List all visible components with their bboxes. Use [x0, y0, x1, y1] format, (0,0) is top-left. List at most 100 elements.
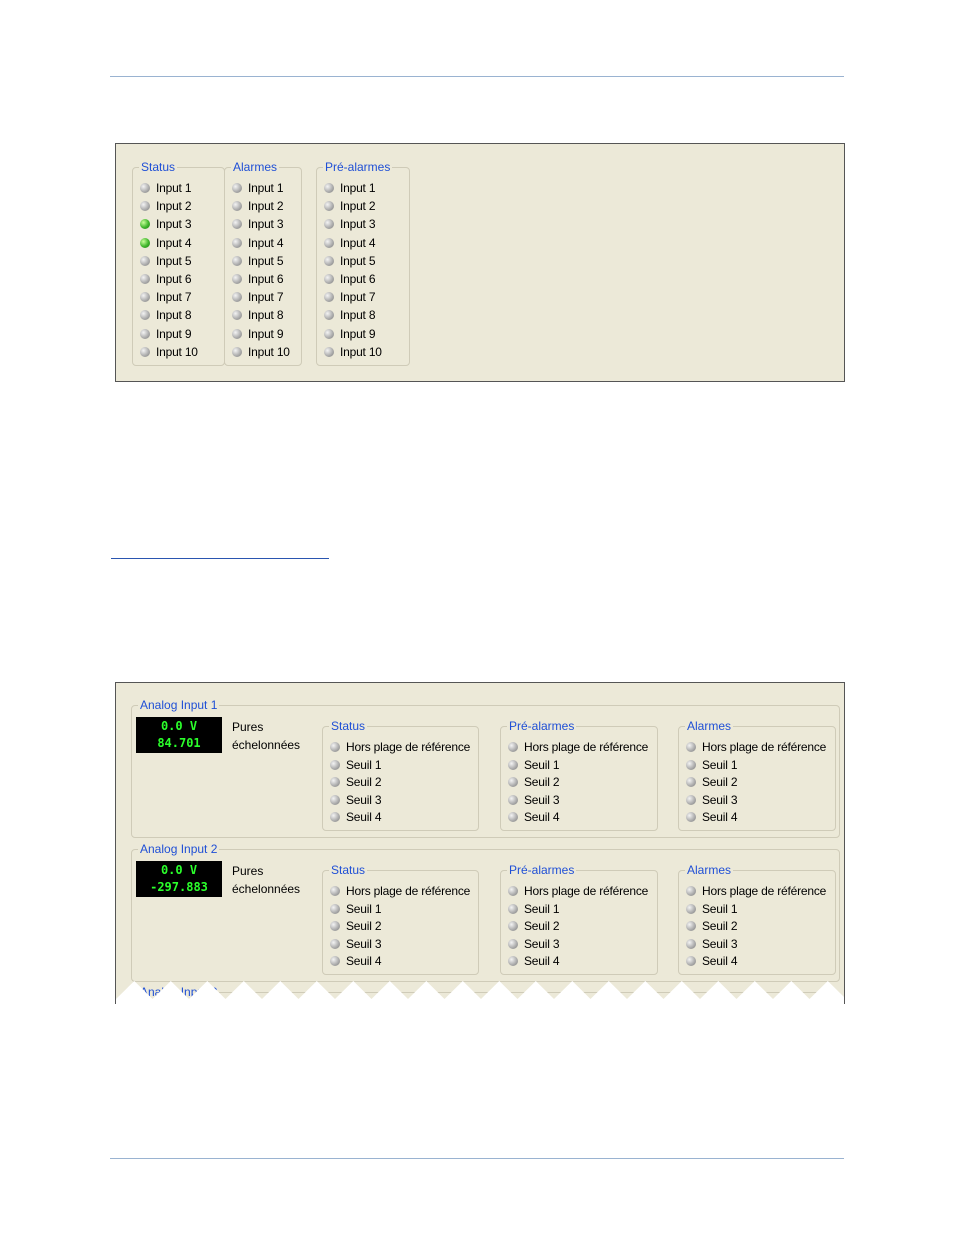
- threshold-indicator: Seuil 1: [330, 901, 381, 917]
- indicator-label: Input 10: [340, 344, 382, 359]
- scaled-value: -297.883: [150, 880, 208, 894]
- led-off-icon: [330, 742, 340, 752]
- indicator-label: Input 1: [156, 181, 192, 195]
- led-off-icon: [232, 274, 242, 284]
- raw-label: Pures: [232, 720, 264, 734]
- alarmes-legend: Alarmes: [685, 863, 734, 877]
- led-off-icon: [324, 201, 334, 212]
- led-off-icon: [508, 938, 518, 949]
- led-off-icon: [686, 903, 696, 914]
- analog-inputs-panel: Analog Input 1 0.0 V 84.701 Pures échelonnée…: [115, 682, 845, 1004]
- footer-rule: [110, 1158, 844, 1159]
- indicator-label: Input 4: [248, 235, 284, 250]
- top-pre-alarmes-indicator: Input 6: [324, 271, 376, 287]
- led-off-icon: [232, 292, 242, 303]
- indicator-label: Input 9: [248, 326, 284, 341]
- indicator-label: Seuil 4: [702, 810, 738, 824]
- led-off-icon: [140, 310, 150, 321]
- indicator-label: Seuil 4: [346, 810, 382, 824]
- led-off-icon: [330, 812, 340, 822]
- top-pre-alarmes-indicator: Input 5: [324, 253, 376, 269]
- threshold-indicator: Seuil 2: [330, 918, 381, 934]
- top-pre-alarmes-indicator: Input 8: [324, 307, 376, 323]
- indicator-label: Seuil 1: [524, 757, 560, 772]
- top-pre-alarmes-indicator: Input 9: [324, 326, 376, 342]
- scaled-label: échelonnées: [232, 882, 301, 896]
- top-alarmes-indicator: Input 5: [232, 253, 284, 269]
- raw-label: Pures: [232, 864, 264, 878]
- led-off-icon: [686, 759, 696, 770]
- top-alarmes-indicator: Input 4: [232, 235, 284, 251]
- top-status-indicator: Input 6: [140, 271, 192, 287]
- indicator-label: Seuil 1: [524, 901, 560, 916]
- indicator-label: Input 9: [340, 326, 376, 341]
- led-off-icon: [232, 310, 242, 321]
- threshold-indicator: Seuil 4: [330, 953, 381, 969]
- alarmes-legend: Alarmes: [685, 719, 734, 733]
- indicator-label: Seuil 4: [524, 954, 560, 968]
- threshold-indicator: Seuil 3: [330, 792, 381, 808]
- pre-alarmes-legend: Pré-alarmes: [507, 719, 577, 733]
- led-off-icon: [330, 759, 340, 770]
- indicator-label: Seuil 4: [702, 954, 738, 968]
- led-off-icon: [508, 956, 518, 966]
- analog-input-1-group: Analog Input 1 0.0 V 84.701 Pures échelonnée…: [131, 698, 840, 838]
- threshold-indicator: Seuil 1: [686, 901, 737, 917]
- threshold-indicator: Seuil 3: [508, 792, 559, 808]
- top-alarmes-indicator: Input 6: [232, 271, 284, 287]
- led-off-icon: [508, 812, 518, 822]
- indicator-label: Input 3: [340, 217, 376, 232]
- threshold-indicator: Hors plage de référence: [686, 739, 826, 755]
- threshold-indicator: Seuil 4: [508, 809, 559, 825]
- indicator-label: Input 5: [248, 253, 284, 268]
- led-on-icon: [140, 219, 150, 230]
- top-alarmes-legend: Alarmes: [231, 160, 280, 174]
- hyperlink-underline[interactable]: [111, 558, 329, 559]
- status-group: Status Hors plage de référence Seuil 1 Seui…: [322, 719, 479, 831]
- threshold-indicator: Seuil 2: [686, 918, 737, 934]
- led-off-icon: [508, 742, 518, 752]
- top-pre-alarmes-legend: Pré-alarmes: [323, 160, 393, 174]
- indicator-label: Seuil 4: [346, 954, 382, 968]
- value-display: 0.0 V -297.883: [136, 861, 222, 897]
- led-off-icon: [324, 274, 334, 284]
- led-off-icon: [330, 886, 340, 896]
- indicator-label: Input 9: [156, 326, 192, 341]
- top-alarmes-indicator: Input 9: [232, 326, 284, 342]
- pre-alarmes-group: Pré-alarmes Hors plage de référence Seuil …: [500, 719, 658, 831]
- indicator-label: Input 10: [156, 344, 198, 359]
- led-off-icon: [232, 346, 242, 357]
- led-off-icon: [508, 759, 518, 770]
- analog-input-legend: Analog Input 2: [138, 842, 220, 856]
- led-off-icon: [686, 777, 696, 787]
- top-pre-alarmes-indicator: Input 1: [324, 180, 376, 196]
- torn-edge: [116, 981, 844, 1004]
- led-off-icon: [324, 328, 334, 339]
- led-off-icon: [140, 201, 150, 212]
- led-off-icon: [232, 183, 242, 193]
- led-off-icon: [686, 956, 696, 966]
- indicator-label: Input 2: [340, 199, 376, 214]
- status-legend: Status: [329, 863, 368, 877]
- threshold-indicator: Seuil 4: [508, 953, 559, 969]
- led-off-icon: [324, 219, 334, 230]
- indicator-label: Seuil 2: [524, 775, 560, 789]
- top-alarmes-indicator: Input 10: [232, 344, 290, 360]
- scaled-value: 84.701: [157, 736, 201, 750]
- indicator-label: Input 8: [156, 308, 192, 323]
- top-pre-alarmes-indicator: Input 2: [324, 198, 376, 214]
- raw-value: 0.0 V: [160, 863, 198, 877]
- led-off-icon: [330, 921, 340, 931]
- indicator-label: Hors plage de référence: [346, 884, 471, 898]
- indicator-label: Input 8: [340, 308, 376, 323]
- threshold-indicator: Seuil 1: [508, 757, 559, 773]
- indicator-label: Seuil 1: [702, 901, 738, 916]
- led-on-icon: [140, 237, 150, 248]
- indicator-label: Seuil 2: [346, 775, 382, 789]
- led-off-icon: [686, 886, 696, 896]
- top-pre-alarmes-indicator: Input 4: [324, 235, 376, 251]
- alarmes-group: Alarmes Hors plage de référence Seuil 1 Seu…: [678, 863, 836, 975]
- threshold-indicator: Hors plage de référence: [508, 883, 648, 899]
- led-off-icon: [508, 794, 518, 805]
- top-status-indicator: Input 4: [140, 235, 192, 251]
